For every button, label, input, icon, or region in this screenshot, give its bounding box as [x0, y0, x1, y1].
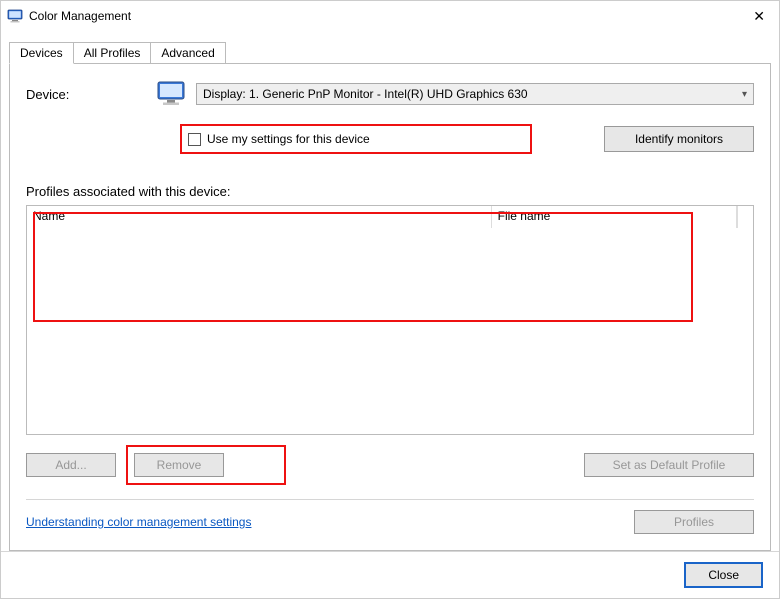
device-selected-text: Display: 1. Generic PnP Monitor - Intel(… [203, 87, 528, 101]
column-header-filename[interactable]: File name [492, 206, 737, 228]
window-title: Color Management [29, 9, 131, 23]
dialog-bottom-bar: Close [1, 551, 779, 598]
title-bar: Color Management ✕ [1, 1, 779, 31]
device-label: Device: [26, 87, 146, 102]
identify-monitors-button[interactable]: Identify monitors [604, 126, 754, 152]
app-icon [7, 8, 23, 24]
tab-all-profiles[interactable]: All Profiles [73, 42, 152, 64]
tab-devices[interactable]: Devices [9, 42, 74, 64]
add-button[interactable]: Add... [26, 453, 116, 477]
remove-highlight: Remove [126, 445, 286, 485]
profiles-body [27, 228, 753, 434]
use-my-settings-label: Use my settings for this device [207, 132, 370, 146]
understanding-link[interactable]: Understanding color management settings [26, 515, 251, 529]
use-my-settings-checkbox[interactable] [188, 133, 201, 146]
device-select[interactable]: Display: 1. Generic PnP Monitor - Intel(… [196, 83, 754, 105]
profiles-associated-label: Profiles associated with this device: [26, 184, 754, 199]
tab-advanced[interactable]: Advanced [150, 42, 225, 64]
tabs: Devices All Profiles Advanced [1, 39, 779, 63]
tab-pane: Device: Display: 1. Generic PnP Monitor … [9, 63, 771, 551]
close-button[interactable]: Close [684, 562, 763, 588]
profiles-button[interactable]: Profiles [634, 510, 754, 534]
close-icon[interactable]: ✕ [747, 7, 771, 25]
profiles-list[interactable]: Name File name [26, 205, 754, 435]
resize-gap [737, 206, 753, 228]
set-default-profile-button[interactable]: Set as Default Profile [584, 453, 754, 477]
monitor-icon [154, 80, 188, 108]
divider [26, 499, 754, 500]
use-my-settings-group: Use my settings for this device [180, 124, 532, 154]
column-header-name[interactable]: Name [27, 206, 492, 228]
chevron-down-icon: ▾ [742, 89, 747, 100]
remove-button[interactable]: Remove [134, 453, 224, 477]
